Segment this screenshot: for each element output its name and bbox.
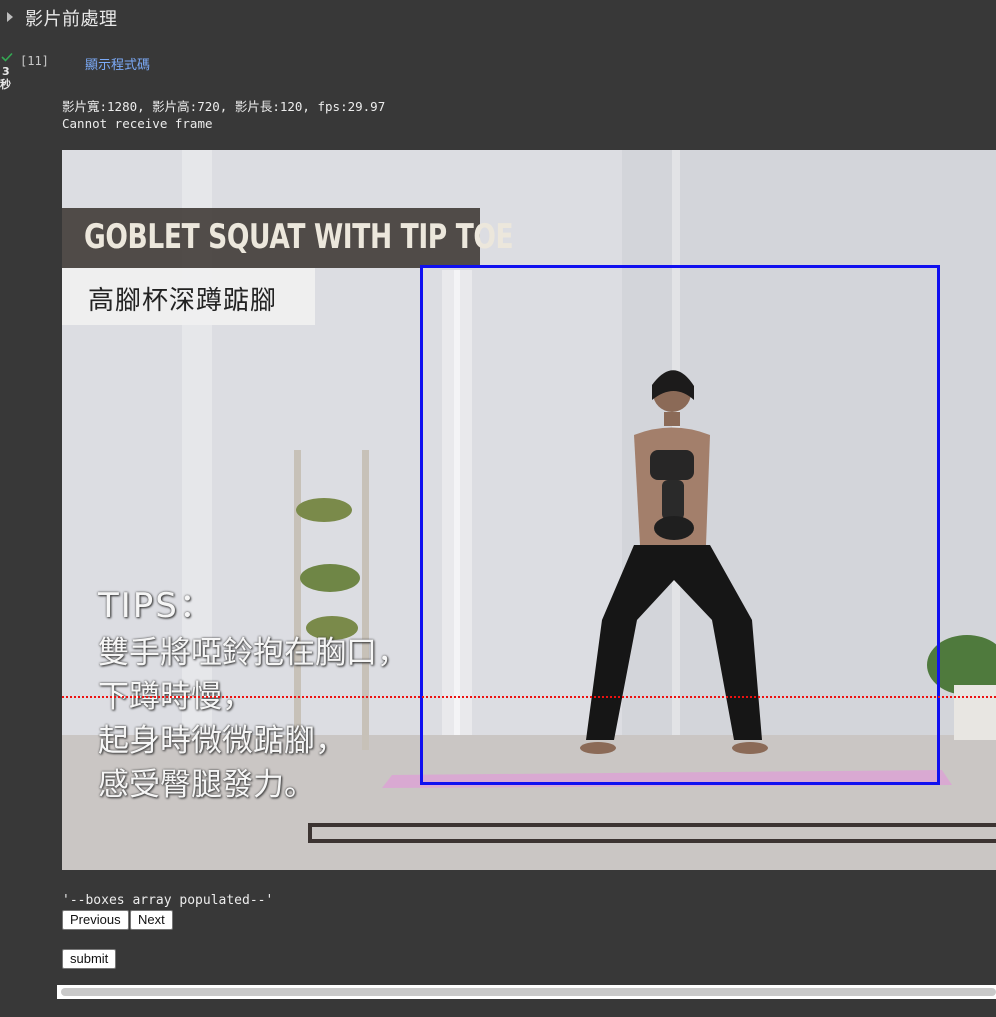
execution-time-unit: 秒 <box>0 78 11 91</box>
execution-time-value: 3 <box>2 65 10 78</box>
tips-line: 感受臀腿發力。 <box>98 767 315 803</box>
checkmark-icon <box>1 52 13 62</box>
next-button[interactable]: Next <box>130 910 173 930</box>
video-title-en: GOBLET SQUAT WITH TIP TOE <box>84 217 514 257</box>
output-line-2: Cannot receive frame <box>62 116 213 131</box>
notebook-view: 影片前處理 3 秒 [11] 顯示程式碼 影片寬:1280, 影片高:720, … <box>0 0 996 1017</box>
execution-time: 3 秒 <box>0 65 11 91</box>
tips-line: 雙手將啞鈴抱在胸口， <box>98 635 408 671</box>
previous-button[interactable]: Previous <box>62 910 129 930</box>
section-header[interactable]: 影片前處理 <box>0 0 996 36</box>
horizontal-scrollbar[interactable] <box>57 985 996 999</box>
cell-output-text: 影片寬:1280, 影片高:720, 影片長:120, fps:29.97 Ca… <box>62 98 385 132</box>
video-progress-track <box>308 823 996 843</box>
detection-bounding-box[interactable] <box>420 265 940 785</box>
video-frame-image: GOBLET SQUAT WITH TIP TOE 高腳杯深蹲踮腳 TIPS： … <box>62 150 996 870</box>
tips-overlay: TIPS： 雙手將啞鈴抱在胸口， 下蹲時慢， 起身時微微踮腳， 感受臀腿發力。 <box>98 578 408 807</box>
output-line-1: 影片寬:1280, 影片高:720, 影片長:120, fps:29.97 <box>62 99 386 114</box>
tips-line: 起身時微微踮腳， <box>98 723 346 759</box>
submit-button[interactable]: submit <box>62 949 117 969</box>
scrollbar-thumb[interactable] <box>61 988 996 996</box>
show-code-link[interactable]: 顯示程式碼 <box>85 54 150 73</box>
reference-line <box>62 696 996 698</box>
expand-caret-icon[interactable] <box>7 12 13 22</box>
video-title-zh: 高腳杯深蹲踮腳 <box>88 286 278 316</box>
tips-title: TIPS： <box>98 586 215 626</box>
boxes-status-text: '--boxes array populated--' <box>62 893 274 908</box>
section-title: 影片前處理 <box>25 9 118 30</box>
execution-count: [11] <box>20 54 49 68</box>
